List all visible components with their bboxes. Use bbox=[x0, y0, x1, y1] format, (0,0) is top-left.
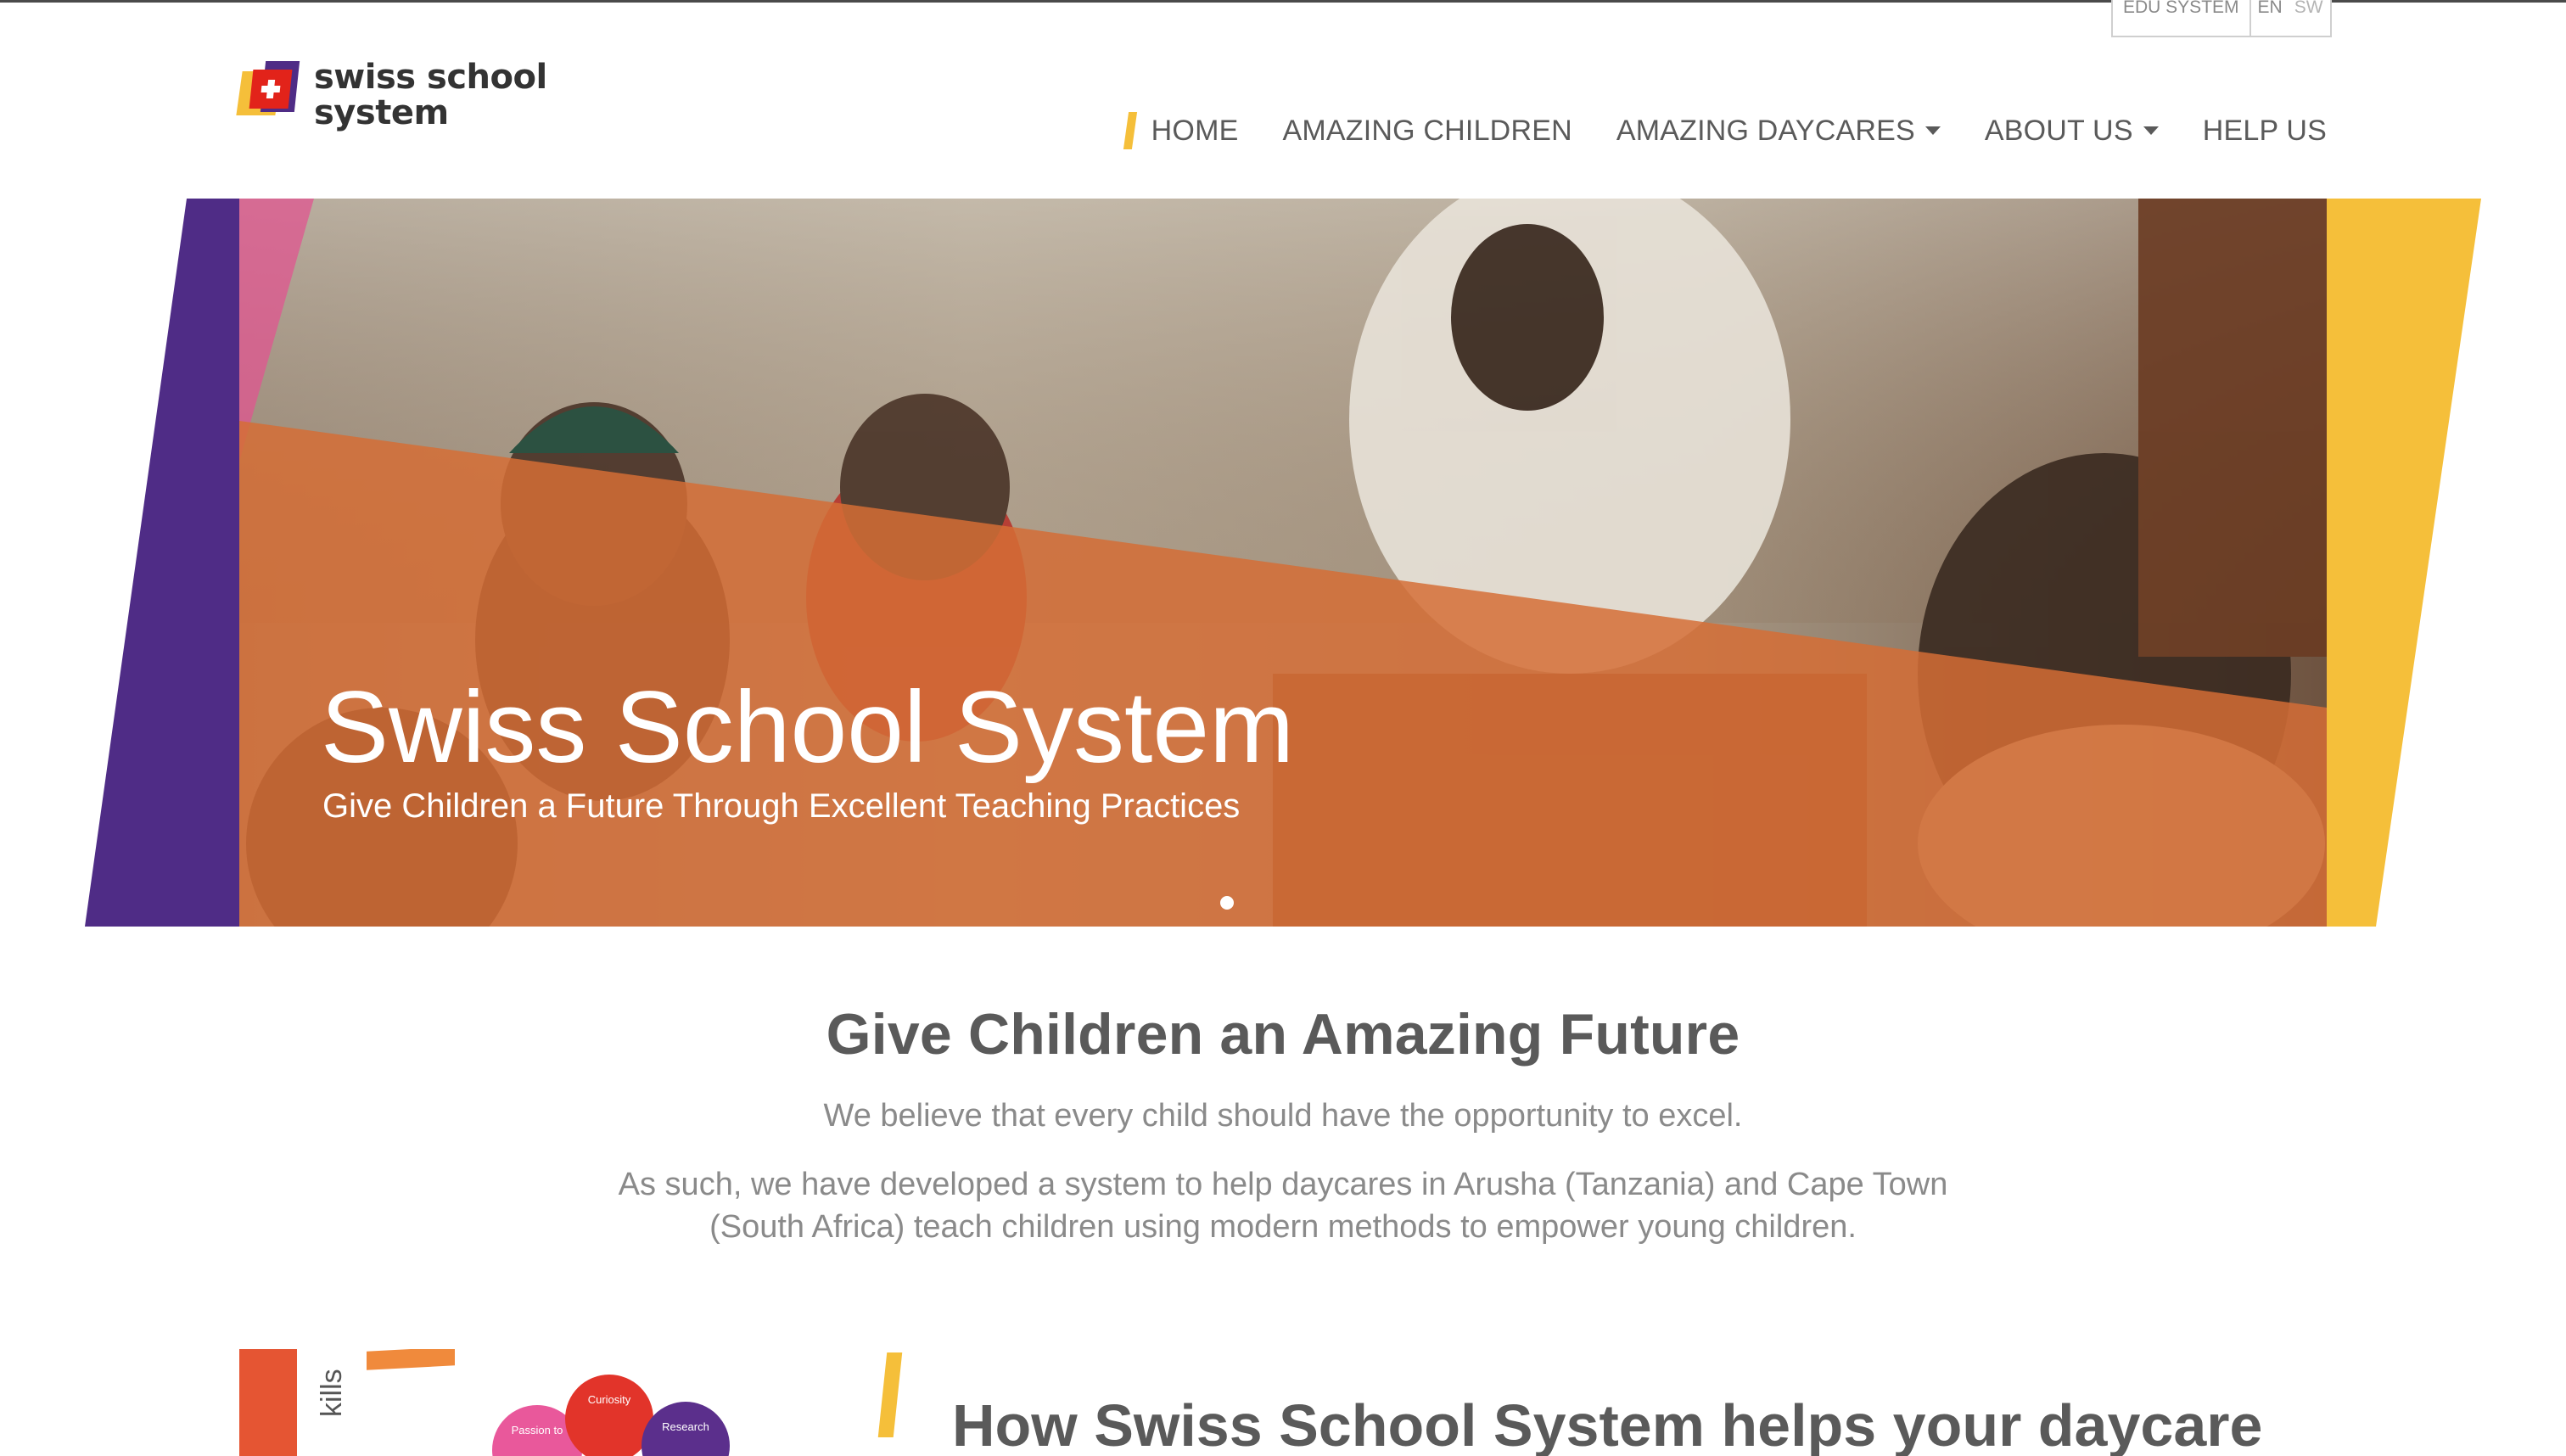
nav-amazing-children[interactable]: AMAZING CHILDREN bbox=[1282, 115, 1572, 148]
carousel-indicators bbox=[1220, 896, 1234, 910]
intro-section: Give Children an Amazing Future We belie… bbox=[0, 1001, 2566, 1248]
hero-carousel[interactable]: Swiss School System Give Children a Futu… bbox=[0, 199, 2566, 927]
nav-amazing-daycares-label: AMAZING DAYCARES bbox=[1616, 114, 1915, 147]
language-en[interactable]: EN bbox=[2258, 0, 2283, 36]
yellow-accent-shape bbox=[2327, 199, 2481, 927]
nav-amazing-children-label: AMAZING CHILDREN bbox=[1282, 114, 1572, 147]
logo-line-1: swiss school bbox=[314, 58, 547, 97]
intro-heading: Give Children an Amazing Future bbox=[826, 1002, 1740, 1067]
research-label: Research bbox=[662, 1420, 709, 1433]
nav-help-us-label: HELP US bbox=[2202, 114, 2327, 147]
nav-help-us[interactable]: HELP US bbox=[2203, 115, 2327, 148]
research-circle: Research bbox=[642, 1402, 730, 1456]
passion-label: Passion to bbox=[511, 1424, 563, 1436]
language-switcher: EN SW bbox=[2251, 0, 2330, 36]
hero-title: Swiss School System bbox=[321, 670, 1295, 784]
swiss-cross-logo-icon bbox=[236, 59, 300, 120]
section-accent-icon bbox=[877, 1352, 903, 1437]
nav-home-label: HOME bbox=[1151, 114, 1239, 147]
orange-accent-shape bbox=[367, 1349, 455, 1370]
logo-wordmark: swiss school system bbox=[314, 59, 547, 131]
purple-accent-shape bbox=[85, 199, 239, 927]
site-logo[interactable]: swiss school system bbox=[236, 59, 547, 131]
curiosity-circle: Curiosity bbox=[565, 1375, 653, 1456]
nav-amazing-daycares[interactable]: AMAZING DAYCARES bbox=[1616, 115, 1941, 148]
logo-line-2: system bbox=[314, 93, 449, 132]
utility-bar: EDU SYSTEM EN SW bbox=[2111, 0, 2332, 37]
skills-label: kills bbox=[316, 1369, 348, 1417]
intro-body: As such, we have developed a system to h… bbox=[618, 1167, 1948, 1245]
curiosity-label: Curiosity bbox=[587, 1393, 631, 1406]
edu-system-link[interactable]: EDU SYSTEM bbox=[2113, 0, 2251, 36]
skills-diagram-image: kills Passion to Curiosity Research bbox=[239, 1349, 748, 1456]
nav-home[interactable]: HOME bbox=[1123, 112, 1239, 149]
active-indicator-icon bbox=[1123, 112, 1137, 149]
intro-lead: We believe that every child should have … bbox=[823, 1098, 1743, 1134]
nav-about-us[interactable]: ABOUT US bbox=[1985, 115, 2159, 148]
hero-subtitle: Give Children a Future Through Excellent… bbox=[322, 787, 1241, 825]
red-accent-shape bbox=[239, 1349, 297, 1456]
section-title: How Swiss School System helps your dayca… bbox=[952, 1392, 2263, 1456]
carousel-dot[interactable] bbox=[1220, 896, 1234, 910]
chevron-down-icon bbox=[2143, 126, 2159, 135]
language-sw[interactable]: SW bbox=[2294, 0, 2323, 36]
main-nav: HOME AMAZING CHILDREN AMAZING DAYCARES A… bbox=[1123, 112, 2327, 149]
nav-about-us-label: ABOUT US bbox=[1984, 114, 2133, 147]
chevron-down-icon bbox=[1924, 126, 1941, 135]
